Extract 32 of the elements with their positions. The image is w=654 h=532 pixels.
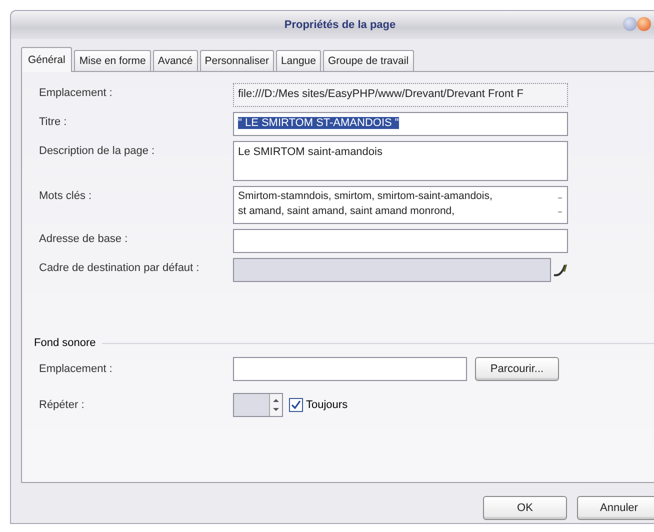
tab[interactable]: Mise en forme xyxy=(74,50,151,71)
pencil-icon[interactable] xyxy=(552,262,568,278)
field-label: Adresse de base : xyxy=(39,232,129,245)
field-label: Description de la page : xyxy=(39,144,156,157)
close-icon[interactable] xyxy=(637,17,651,31)
field-label: Emplacement : xyxy=(39,363,114,375)
field-label: Cadre de destination par défaut : xyxy=(39,261,200,274)
input-field[interactable] xyxy=(233,357,467,381)
field-label: Titre : xyxy=(39,115,68,128)
field-label: Emplacement : xyxy=(39,86,114,99)
tab[interactable]: Groupe de travail xyxy=(322,50,414,71)
browse-button[interactable]: Parcourir... xyxy=(475,357,559,381)
tab[interactable]: Personnaliser xyxy=(200,50,274,71)
minimize-icon[interactable] xyxy=(623,17,637,31)
section-title: Fond sonore xyxy=(34,337,96,349)
tab[interactable]: Avancé xyxy=(152,50,198,71)
text-area[interactable]: Le SMIRTOM saint-amandois xyxy=(233,141,568,181)
spin-field[interactable] xyxy=(233,393,283,417)
window-title: Propriétés de la page xyxy=(284,19,396,31)
tab[interactable]: Langue xyxy=(276,50,321,71)
field-label: Mots clés : xyxy=(39,189,93,202)
checkbox[interactable] xyxy=(289,398,303,412)
input-field[interactable] xyxy=(233,229,568,253)
ok-button[interactable]: OK xyxy=(483,496,567,520)
tab[interactable]: Général xyxy=(21,47,72,72)
cancel-button[interactable]: Annuler xyxy=(577,496,654,520)
location-field[interactable]: file:///D:/Mes sites/EasyPHP/www/Drevant/Drevant Front F xyxy=(233,83,568,107)
spin-arrows-icon[interactable] xyxy=(269,394,282,416)
keywords-area[interactable]: Smirtom-stamndois, smirtom, smirtom-saint-amandois, st amand, saint amand, saint amand monrond, xyxy=(233,186,568,224)
input-field[interactable]: " LE SMIRTOM ST-AMANDOIS " xyxy=(233,112,568,136)
field-label: Répéter : xyxy=(39,399,86,411)
checkbox-label: Toujours xyxy=(306,399,348,411)
